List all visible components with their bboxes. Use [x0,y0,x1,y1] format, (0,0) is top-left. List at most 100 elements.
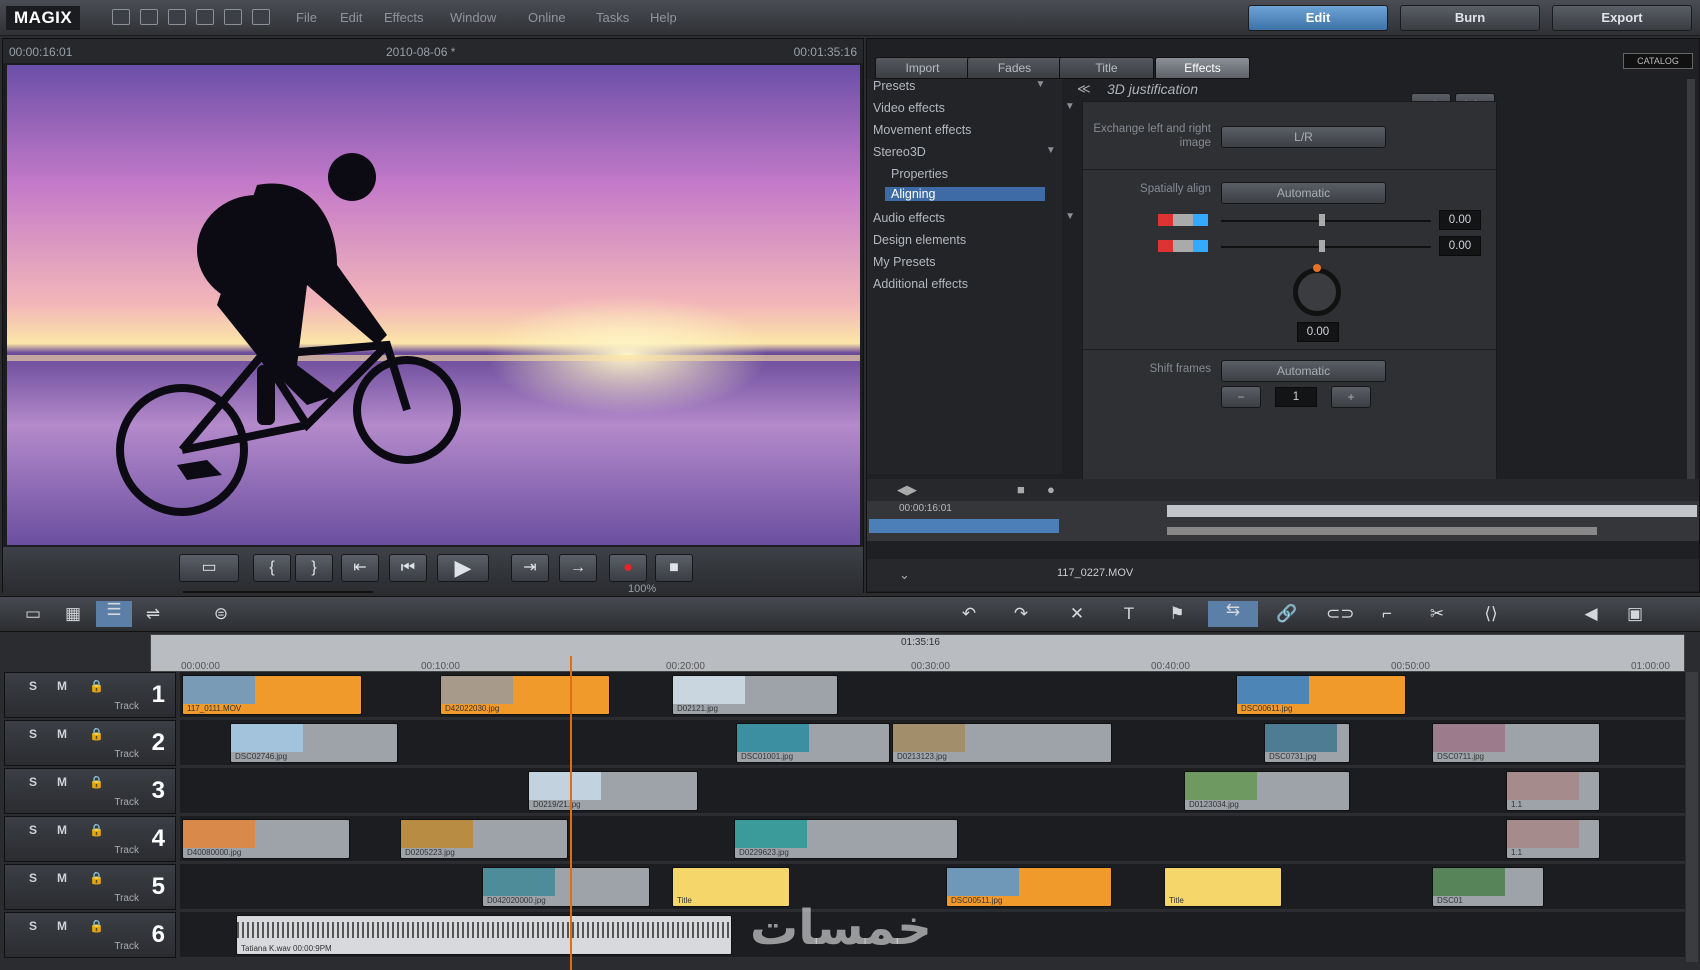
volume-icon[interactable]: ◀ [1580,605,1602,623]
track-header-6[interactable]: S M 🔒 Track 6 [4,912,176,958]
delete-icon[interactable]: ✕ [1066,605,1088,623]
mini-ruler[interactable] [1167,505,1697,517]
undo-tl-icon[interactable]: ↶ [958,605,980,623]
clip[interactable]: 117_0111.MOV [182,675,362,715]
shift-value[interactable]: 1 [1275,387,1317,407]
menu-help[interactable]: Help [650,10,677,25]
shift-plus-button[interactable]: + [1331,386,1371,408]
project-date[interactable]: 2010-08-06 * [386,45,455,59]
jump-start-button[interactable]: ⏮ [389,554,427,582]
redo-tl-icon[interactable]: ↷ [1010,605,1032,623]
effect-presets[interactable]: Presets ▼ [873,79,1045,93]
media-record-icon[interactable]: ● [1047,482,1055,497]
effect-aligning[interactable]: Aligning [885,187,1045,201]
tab-fades[interactable]: Fades [967,57,1062,79]
mode-export-button[interactable]: Export [1552,5,1692,31]
undo-icon[interactable] [196,9,214,25]
clip[interactable]: DSC0731.jpg [1264,723,1350,763]
horizontal-slider-thumb[interactable] [1319,214,1325,226]
clip[interactable]: D0213123.jpg [892,723,1112,763]
scene-view-icon[interactable]: ▦ [62,605,84,623]
catalog-button[interactable]: CATALOG [1623,53,1693,69]
next-section-button[interactable]: ⇥ [511,554,549,582]
rotation-knob[interactable] [1293,268,1341,316]
track-lane-3[interactable]: D0219/21.jpg D0123034.jpg 1.1 [180,768,1685,814]
redo-icon[interactable] [224,9,242,25]
time-ruler[interactable]: 01:35:16 00:00:00 00:10:00 00:20:00 00:3… [150,634,1685,672]
mini-scrollbar[interactable] [1167,527,1597,535]
tab-import[interactable]: Import [875,57,970,79]
clip[interactable]: Title [1164,867,1282,907]
clip[interactable]: D42022030.jpg [440,675,610,715]
effect-properties[interactable]: Properties [891,167,948,181]
track-header-2[interactable]: S M 🔒 Track 2 [4,720,176,766]
shuttle-slider[interactable] [183,591,373,593]
new-file-icon[interactable] [112,9,130,25]
fullscreen-icon[interactable]: ▣ [1624,605,1646,623]
track-lane-5[interactable]: D042020000.jpg Title DSC00511.jpg Title … [180,864,1685,910]
clip[interactable]: D0205223.jpg [400,819,568,859]
menu-window[interactable]: Window [450,10,496,25]
clip[interactable]: DSC00611.jpg [1236,675,1406,715]
snap-icon[interactable]: ⇆ [1208,601,1258,627]
storyboard-view-icon[interactable]: ▭ [22,605,44,623]
horizontal-value[interactable]: 0.00 [1439,210,1481,230]
shift-minus-button[interactable]: − [1221,386,1261,408]
menu-file[interactable]: File [296,10,317,25]
record-button[interactable]: ● [609,554,647,582]
rotation-value[interactable]: 0.00 [1297,322,1339,342]
vertical-value[interactable]: 0.00 [1439,236,1481,256]
clip[interactable]: 1.1 [1506,819,1600,859]
marker-icon[interactable]: ⚑ [1166,605,1188,623]
timeline-view-icon[interactable]: ☰ [96,601,132,627]
track-header-4[interactable]: S M 🔒 Track 4 [4,816,176,862]
group-icon[interactable]: ⊂⊃ [1326,605,1355,623]
play-button[interactable]: ▶ [437,554,489,582]
effect-design[interactable]: Design elements▼ [873,233,1096,247]
clip[interactable]: D0229623.jpg [734,819,958,859]
effect-movement[interactable]: Movement effects▼ [873,123,1101,137]
link-icon[interactable]: 🔗 [1276,605,1298,623]
collapse-icon[interactable]: ⌄ [899,567,910,583]
zoom-level[interactable]: 100% [628,583,656,595]
vertical-slider[interactable] [1221,246,1431,248]
auto-align-button[interactable]: Automatic [1221,182,1386,204]
mark-out-button[interactable]: } [295,554,333,582]
track-lane-2[interactable]: DSC02746.jpg DSC01001.jpg D0213123.jpg D… [180,720,1685,766]
track-lane-4[interactable]: D40080000.jpg D0205223.jpg D0229623.jpg … [180,816,1685,862]
prev-marker-button[interactable]: ⇤ [341,554,379,582]
clip[interactable]: DSC01 [1432,867,1544,907]
mixer-view-icon[interactable]: ⇌ [142,605,164,623]
clip[interactable]: D042020000.jpg [482,867,650,907]
mode-edit-button[interactable]: Edit [1248,5,1388,31]
clip[interactable]: D02121.jpg [672,675,838,715]
razor-icon[interactable]: ✂ [1426,605,1448,623]
effect-my-presets[interactable]: My Presets [873,255,936,269]
mark-in-button[interactable]: { [253,554,291,582]
track-header-5[interactable]: S M 🔒 Track 5 [4,864,176,910]
track-lane-6[interactable]: Tatiana K.wav 00:00:9PM [180,912,1685,958]
media-stop-icon[interactable]: ■ [1017,482,1025,497]
save-icon[interactable] [168,9,186,25]
track-lane-1[interactable]: 117_0111.MOV D42022030.jpg D02121.jpg DS… [180,672,1685,718]
cursor-icon[interactable] [252,9,270,25]
back-icon[interactable]: ≪ [1077,81,1091,97]
shift-auto-button[interactable]: Automatic [1221,360,1386,382]
menu-edit[interactable]: Edit [340,10,362,25]
mouse-mode-icon[interactable]: ⊜ [210,605,232,623]
playhead[interactable] [570,656,572,970]
clip[interactable]: D0219/21.jpg [528,771,698,811]
menu-tasks[interactable]: Tasks [596,10,629,25]
clip[interactable]: DSC00511.jpg [946,867,1112,907]
clip[interactable]: D0123034.jpg [1184,771,1350,811]
open-folder-icon[interactable] [140,9,158,25]
effect-additional[interactable]: Additional effects▼ [873,277,1098,291]
ripple-icon[interactable]: ⟨⟩ [1480,605,1502,623]
effects-scrollbar[interactable] [1687,79,1695,479]
audio-clip[interactable]: Tatiana K.wav 00:00:9PM [236,915,732,955]
effect-video[interactable]: Video effects ▼ [873,101,1075,115]
clip[interactable]: D40080000.jpg [182,819,350,859]
clip[interactable]: DSC0711.jpg [1432,723,1600,763]
timeline-scrollbar[interactable] [1686,672,1698,962]
exchange-button[interactable]: L/R [1221,126,1386,148]
